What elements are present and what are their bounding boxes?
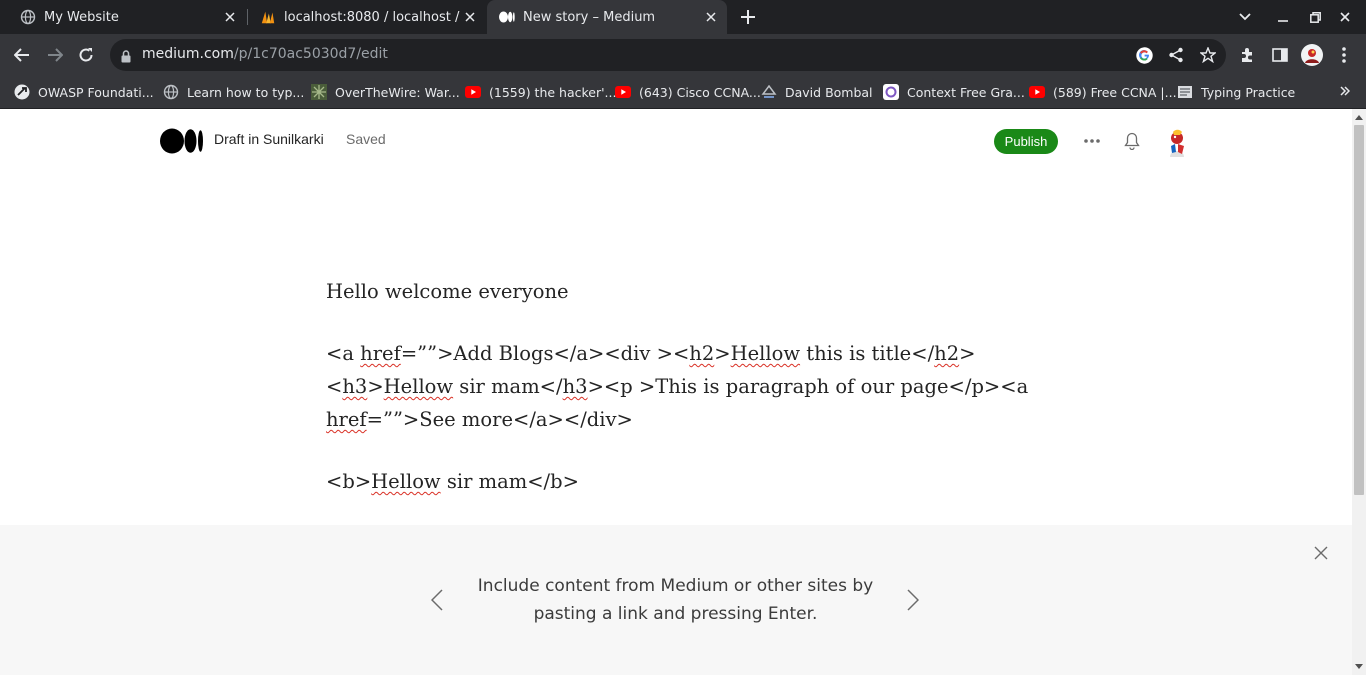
bookmark-owasp[interactable]: OWASP Foundati... xyxy=(14,81,154,103)
restore-icon[interactable] xyxy=(1305,7,1325,27)
bookmark-learn-typing[interactable]: Learn how to typ... xyxy=(163,81,304,103)
tab-strip: My Website localhost:8080 / localhost / … xyxy=(0,0,1366,34)
save-status: Saved xyxy=(346,131,386,147)
text-run: ><p >This is paragraph of our page</p><a xyxy=(587,375,1029,398)
close-tab-icon[interactable] xyxy=(220,7,240,27)
extensions-icon[interactable] xyxy=(1237,44,1259,66)
misspelled-word: h2 xyxy=(934,342,960,365)
misspelled-word: href xyxy=(326,408,367,431)
scroll-down-arrow-icon[interactable] xyxy=(1352,661,1366,671)
new-tab-button[interactable] xyxy=(737,6,759,28)
reload-button[interactable] xyxy=(74,43,98,67)
misspelled-word: Hellow xyxy=(371,470,441,493)
misspelled-word: h2 xyxy=(689,342,715,365)
text-run: this is title</ xyxy=(800,342,935,365)
scroll-up-arrow-icon[interactable] xyxy=(1352,112,1366,122)
youtube-icon xyxy=(1029,84,1045,100)
bookmark-label: Typing Practice xyxy=(1201,84,1296,100)
embed-hint-text: Include content from Medium or other sit… xyxy=(477,576,874,624)
misspelled-word: h3 xyxy=(562,375,588,398)
more-bookmarks-chevron-icon[interactable] xyxy=(1334,80,1356,102)
url-host: medium.com xyxy=(142,46,234,62)
misspelled-word: href xyxy=(360,342,401,365)
close-tab-icon[interactable] xyxy=(701,7,721,27)
close-window-icon[interactable] xyxy=(1335,7,1355,27)
bookmark-typing-practice[interactable]: Typing Practice xyxy=(1177,81,1295,103)
text-run: <a xyxy=(326,342,361,365)
text-run: <b> xyxy=(326,470,372,493)
bookmark-label: (643) Cisco CCNA... xyxy=(639,84,761,100)
phpmyadmin-icon xyxy=(260,9,276,25)
story-paragraph-1[interactable]: Hello welcome everyone xyxy=(326,275,1046,308)
medium-icon xyxy=(499,9,515,25)
bookmark-context-free[interactable]: Context Free Gra... xyxy=(883,81,1025,103)
scrollbar-thumb[interactable] xyxy=(1354,125,1364,495)
text-run: =””>See more</a></div> xyxy=(366,408,633,431)
bookmark-youtube-hacker[interactable]: (1559) the hacker'... xyxy=(465,81,616,103)
youtube-icon xyxy=(615,84,631,100)
tab-title: New story – Medium xyxy=(523,9,656,25)
tab-my-website[interactable]: My Website xyxy=(8,0,246,34)
bookmark-david-bombal[interactable]: David Bombal xyxy=(761,81,873,103)
story-paragraph-3[interactable]: <b>Hellow sir mam</b> xyxy=(326,465,1046,498)
bookmark-youtube-ccna[interactable]: (589) Free CCNA |... xyxy=(1029,81,1177,103)
tab-medium-new-story[interactable]: New story – Medium xyxy=(487,0,727,34)
bookmark-label: OWASP Foundati... xyxy=(38,84,154,100)
youtube-icon xyxy=(465,84,481,100)
tab-search-icon[interactable] xyxy=(1235,7,1255,27)
globe-icon xyxy=(163,84,179,100)
browser-toolbar: medium.com/p/1c70ac5030d7/edit xyxy=(0,34,1366,76)
bookmark-label: (1559) the hacker'... xyxy=(489,84,617,100)
close-tab-icon[interactable] xyxy=(460,7,480,27)
misspelled-word: Hellow xyxy=(383,375,454,398)
typing-icon xyxy=(1177,84,1193,100)
menu-kebab-icon[interactable] xyxy=(1333,44,1355,66)
address-bar[interactable]: medium.com/p/1c70ac5030d7/edit xyxy=(110,39,1226,71)
publish-button[interactable]: Publish xyxy=(994,129,1058,154)
bookmark-label: Learn how to typ... xyxy=(187,84,305,100)
url-path: /p/1c70ac5030d7/edit xyxy=(233,46,388,62)
profile-avatar-icon[interactable] xyxy=(1301,44,1323,66)
google-lens-icon[interactable] xyxy=(1135,46,1153,64)
bookmark-label: Context Free Gra... xyxy=(907,84,1025,100)
next-tip-chevron-icon[interactable] xyxy=(902,587,924,613)
user-avatar[interactable] xyxy=(1162,126,1192,158)
notifications-bell-icon[interactable] xyxy=(1121,130,1143,152)
minimize-icon[interactable] xyxy=(1273,7,1293,27)
draft-location-label: Draft in Sunilkarki xyxy=(214,131,324,147)
text-run: sir mam</b> xyxy=(440,470,579,493)
side-panel-icon[interactable] xyxy=(1269,44,1291,66)
share-icon[interactable] xyxy=(1167,46,1185,64)
close-hint-icon[interactable] xyxy=(1311,543,1331,563)
bookmark-youtube-cisco[interactable]: (643) Cisco CCNA... xyxy=(615,81,761,103)
text-run: > xyxy=(714,342,731,365)
more-options-icon[interactable] xyxy=(1081,130,1103,152)
bombal-icon xyxy=(761,84,777,100)
bookmark-label: (589) Free CCNA |... xyxy=(1053,84,1177,100)
text-run: > xyxy=(367,375,384,398)
globe-icon xyxy=(20,9,36,25)
previous-tip-chevron-icon[interactable] xyxy=(426,587,448,613)
text-run: =””>Add Blogs</a><div >< xyxy=(400,342,690,365)
forward-button[interactable] xyxy=(43,43,67,67)
context-icon xyxy=(883,84,899,100)
bookmark-overthewire[interactable]: OverTheWire: War... xyxy=(311,81,460,103)
text-run: sir mam</ xyxy=(453,375,563,398)
tab-phpmyadmin[interactable]: localhost:8080 / localhost / s xyxy=(248,0,486,34)
story-paragraph-2[interactable]: <a href=””>Add Blogs</a><div ><h2>Hellow… xyxy=(326,337,1046,436)
bookmarks-bar: OWASP Foundati... Learn how to typ... Ov… xyxy=(0,76,1366,109)
bookmark-label: OverTheWire: War... xyxy=(335,84,460,100)
tab-title: localhost:8080 / localhost / s xyxy=(284,9,460,25)
bookmark-star-icon[interactable] xyxy=(1199,46,1217,64)
misspelled-word: h3 xyxy=(342,375,368,398)
bookmark-label: David Bombal xyxy=(785,84,873,100)
misspelled-word: Hellow xyxy=(730,342,801,365)
back-button[interactable] xyxy=(10,43,34,67)
url-text: medium.com/p/1c70ac5030d7/edit xyxy=(142,46,388,62)
overthewire-icon xyxy=(311,84,327,100)
medium-logo-icon[interactable] xyxy=(160,128,204,154)
lock-icon[interactable] xyxy=(121,48,131,67)
tab-title: My Website xyxy=(44,9,119,25)
owasp-icon xyxy=(14,84,30,100)
